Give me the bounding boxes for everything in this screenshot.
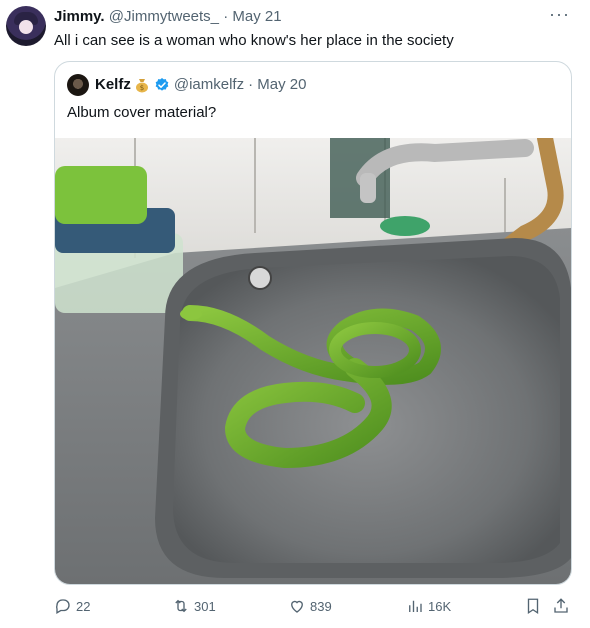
snake-in-sink-photo[interactable]	[55, 138, 571, 584]
bookmark-button[interactable]	[524, 597, 546, 615]
retweet-button[interactable]: 301	[172, 597, 216, 615]
verified-badge-icon	[155, 77, 169, 91]
share-icon	[554, 598, 568, 613]
reply-count: 22	[76, 598, 91, 614]
reply-icon	[55, 599, 70, 614]
avatar-face	[19, 20, 33, 34]
reply-button[interactable]: 22	[54, 597, 90, 615]
action-bar: 22 301 839 16K	[54, 597, 574, 621]
moneybag-emoji-icon: $	[135, 78, 148, 92]
author-name[interactable]: Jimmy.	[54, 8, 105, 25]
tweet-text: All i can see is a woman who know's her …	[54, 32, 454, 49]
snake-head	[180, 308, 202, 320]
retweet-icon	[175, 599, 187, 613]
quoted-author-avatar[interactable]	[67, 74, 89, 96]
quoted-author-handle[interactable]: @iamkelfz	[174, 76, 244, 93]
quoted-author-name[interactable]: Kelfz	[95, 76, 131, 93]
views-button[interactable]: 16K	[406, 597, 451, 615]
sink-basin	[173, 256, 560, 563]
views-count: 16K	[428, 598, 452, 614]
author-avatar[interactable]	[6, 6, 46, 46]
bookmark-icon	[527, 598, 539, 615]
quoted-header: Kelfz $ @iamkelfz · May 20	[95, 76, 306, 93]
sink-overflow-drain	[248, 266, 272, 290]
retweet-count: 301	[194, 598, 216, 614]
tweet-date[interactable]: · May 21	[223, 8, 281, 25]
share-button[interactable]	[552, 597, 574, 615]
author-handle[interactable]: @Jimmytweets_	[109, 8, 219, 25]
quoted-tweet[interactable]: Kelfz $ @iamkelfz · May 20 Album cover m…	[54, 61, 572, 585]
views-icon	[409, 600, 422, 612]
svg-text:$: $	[140, 84, 144, 92]
like-count: 839	[310, 598, 332, 614]
quoted-date[interactable]: · May 20	[248, 76, 306, 93]
more-options-icon[interactable]: ···	[549, 4, 570, 25]
quoted-text: Album cover material?	[67, 104, 217, 121]
like-icon	[291, 600, 303, 613]
like-button[interactable]: 839	[288, 597, 332, 615]
tweet-header: Jimmy. @Jimmytweets_ · May 21	[54, 8, 282, 25]
